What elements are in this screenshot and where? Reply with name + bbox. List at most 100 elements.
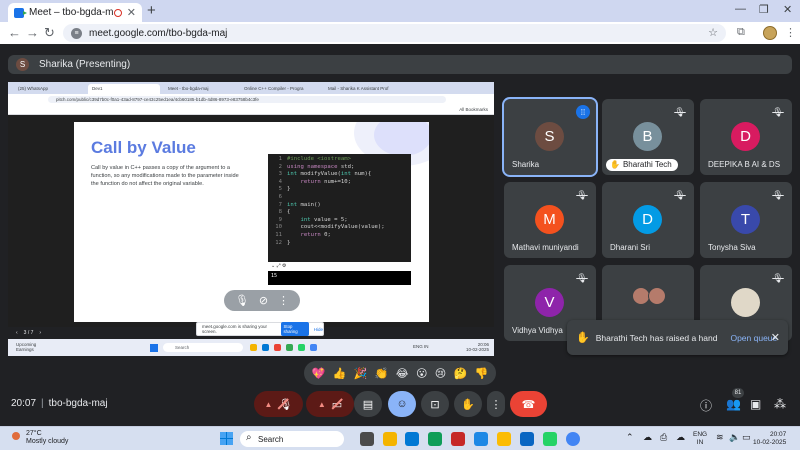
reaction-emoji[interactable]: 😂 bbox=[396, 367, 409, 380]
extensions-icon[interactable]: ⧉ bbox=[737, 26, 745, 39]
wifi-icon[interactable]: ≋ bbox=[716, 432, 724, 443]
avatar: D bbox=[731, 122, 760, 151]
reaction-emoji[interactable]: 👎 bbox=[475, 367, 489, 380]
shared-tab: (25) WhatsApp bbox=[18, 86, 49, 91]
raised-hand-icon: ✋ bbox=[610, 160, 620, 169]
shared-screen: (25) WhatsApp Dev1 Meet - tbo-bgda-maj O… bbox=[8, 82, 494, 356]
shared-widget: Upcoming Earnings bbox=[16, 342, 36, 352]
code-line: 10 cout<<modifyValue(value); bbox=[271, 224, 408, 232]
code-line: 4 return num+=10; bbox=[271, 179, 408, 187]
new-tab-button[interactable]: + bbox=[147, 2, 156, 19]
shared-lang: ENG IN bbox=[413, 344, 429, 349]
reaction-emoji[interactable]: 👍 bbox=[333, 367, 347, 380]
bookmark-star-icon[interactable]: ☆ bbox=[708, 26, 718, 39]
chat-icon[interactable]: ▣ bbox=[750, 397, 761, 411]
captions-icon: ▤ bbox=[362, 398, 374, 411]
camera-button[interactable]: ▲ ▭ bbox=[306, 391, 354, 417]
info-icon[interactable]: ⓘ bbox=[700, 397, 712, 414]
close-icon[interactable]: ✕ bbox=[771, 331, 780, 344]
site-info-icon[interactable]: ≡ bbox=[71, 27, 82, 39]
mic-button[interactable]: ▲ 🎙 bbox=[254, 391, 303, 417]
stop-sharing-button[interactable]: Stop sharing bbox=[280, 322, 309, 336]
activities-icon[interactable]: ⁂ bbox=[774, 397, 786, 411]
shared-clock-date: 10-02-2025 bbox=[465, 347, 489, 352]
tab-meet[interactable]: Meet – tbo-bgda-maj ✕ bbox=[8, 3, 142, 22]
windows-start-icon[interactable] bbox=[220, 432, 233, 445]
code-line: 2 using namespace std; bbox=[271, 164, 408, 172]
captions-button[interactable]: ▤ bbox=[354, 391, 382, 417]
chevron-up-icon[interactable]: ▲ bbox=[318, 400, 326, 409]
reaction-emoji[interactable]: 😢 bbox=[435, 367, 446, 380]
code-editor: 1 #include <iostream> 2 using namespace std… bbox=[268, 154, 411, 262]
battery-icon[interactable]: ▭ bbox=[742, 432, 751, 443]
participant-tile[interactable]: M 🎙 Mathavi muniyandi bbox=[504, 182, 596, 258]
reactions-button[interactable]: ☺ bbox=[388, 391, 416, 417]
whatsapp-icon[interactable] bbox=[543, 432, 557, 446]
reaction-emoji[interactable]: 🤔 bbox=[454, 367, 468, 380]
language-indicator[interactable]: ENG IN bbox=[693, 431, 707, 446]
minimize-button[interactable]: — bbox=[735, 3, 746, 15]
chrome-icon bbox=[310, 344, 317, 351]
office-icon[interactable] bbox=[451, 432, 465, 446]
code-line: 5} bbox=[271, 186, 408, 194]
more-options-button[interactable]: ⋮ bbox=[487, 391, 505, 417]
app-icon[interactable] bbox=[497, 432, 511, 446]
onedrive-icon[interactable]: ☁ bbox=[676, 432, 685, 443]
line-number: 5 bbox=[278, 186, 282, 193]
system-clock[interactable]: 20:07 10-02-2025 bbox=[753, 431, 786, 446]
camera-off-icon[interactable]: ⊘ bbox=[259, 294, 268, 307]
chrome-icon[interactable] bbox=[566, 432, 580, 446]
chevron-up-icon[interactable]: ▲ bbox=[265, 400, 273, 409]
raise-hand-button[interactable]: ✋ bbox=[454, 391, 482, 417]
meeting-info: 20:07 | tbo-bgda-maj bbox=[11, 398, 108, 409]
mic-off-icon: 🎙 bbox=[772, 107, 784, 117]
mic-off-icon: 🎙 bbox=[772, 273, 784, 283]
teams-icon[interactable] bbox=[405, 432, 419, 446]
people-icon[interactable]: 👥 bbox=[726, 397, 741, 411]
close-tab-icon[interactable]: ✕ bbox=[127, 6, 136, 19]
volume-icon[interactable]: 🔈 bbox=[729, 432, 740, 443]
prev-slide-icon[interactable]: ‹ bbox=[16, 330, 18, 336]
code-text: } bbox=[287, 186, 291, 193]
participant-tile[interactable]: S ⁞⁞ Sharika bbox=[502, 97, 598, 177]
participant-tile[interactable]: T 🎙 Tonysha Siva bbox=[700, 182, 792, 258]
printer-icon[interactable]: ⎙ bbox=[660, 432, 667, 443]
reaction-emoji[interactable]: 🎉 bbox=[354, 367, 368, 380]
hide-button[interactable]: Hide bbox=[314, 327, 323, 332]
reaction-emoji[interactable]: 💖 bbox=[312, 367, 326, 380]
maximize-button[interactable]: ❐ bbox=[759, 3, 769, 16]
leave-call-button[interactable]: ☎ bbox=[510, 391, 547, 417]
shared-tab: Online C++ Compiler - Progra bbox=[244, 86, 304, 91]
profile-avatar[interactable] bbox=[763, 26, 777, 40]
next-slide-icon[interactable]: › bbox=[39, 330, 41, 336]
task-view-icon[interactable] bbox=[360, 432, 374, 446]
mic-off-icon[interactable]: 🎙 bbox=[235, 294, 249, 307]
present-screen-icon: ⊡ bbox=[430, 398, 440, 411]
shared-bookmarks-bar: All Bookmarks bbox=[8, 105, 494, 115]
folder-icon bbox=[250, 344, 257, 351]
reaction-emoji[interactable]: 😮 bbox=[416, 367, 427, 380]
weather-widget[interactable]: 27°C Mostly cloudy bbox=[26, 430, 68, 446]
participant-tile[interactable]: D 🎙 Dharani Sri bbox=[602, 182, 694, 258]
back-button[interactable]: ← bbox=[8, 25, 21, 40]
taskbar-search[interactable]: Search bbox=[240, 431, 344, 447]
code-line: 11 return 0; bbox=[271, 232, 408, 240]
close-window-button[interactable]: ✕ bbox=[783, 3, 792, 16]
weather-condition: Mostly cloudy bbox=[26, 438, 69, 445]
reaction-emoji[interactable]: 👏 bbox=[375, 367, 389, 380]
more-options-icon[interactable]: ⋮ bbox=[278, 294, 289, 307]
participant-tile[interactable]: D 🎙 DEEPIKA B AI & DS bbox=[700, 99, 792, 175]
edge-icon[interactable] bbox=[428, 432, 442, 446]
chevron-up-icon[interactable]: ⌃ bbox=[626, 432, 634, 443]
present-button[interactable]: ⊡ bbox=[421, 391, 449, 417]
participant-tile[interactable]: B 🎙 ✋ Bharathi Tech bbox=[602, 99, 694, 175]
file-explorer-icon[interactable] bbox=[383, 432, 397, 446]
forward-button[interactable]: → bbox=[26, 25, 39, 40]
cloud-icon[interactable]: ☁ bbox=[643, 432, 652, 443]
menu-icon[interactable]: ⋮ bbox=[785, 26, 796, 39]
address-bar[interactable]: ≡ meet.google.com/tbo-bgda-maj ☆ bbox=[63, 24, 726, 42]
line-number: 10 bbox=[275, 224, 282, 231]
app-icon[interactable] bbox=[474, 432, 488, 446]
linkedin-icon[interactable] bbox=[520, 432, 534, 446]
reload-button[interactable]: ↻ bbox=[44, 25, 55, 41]
